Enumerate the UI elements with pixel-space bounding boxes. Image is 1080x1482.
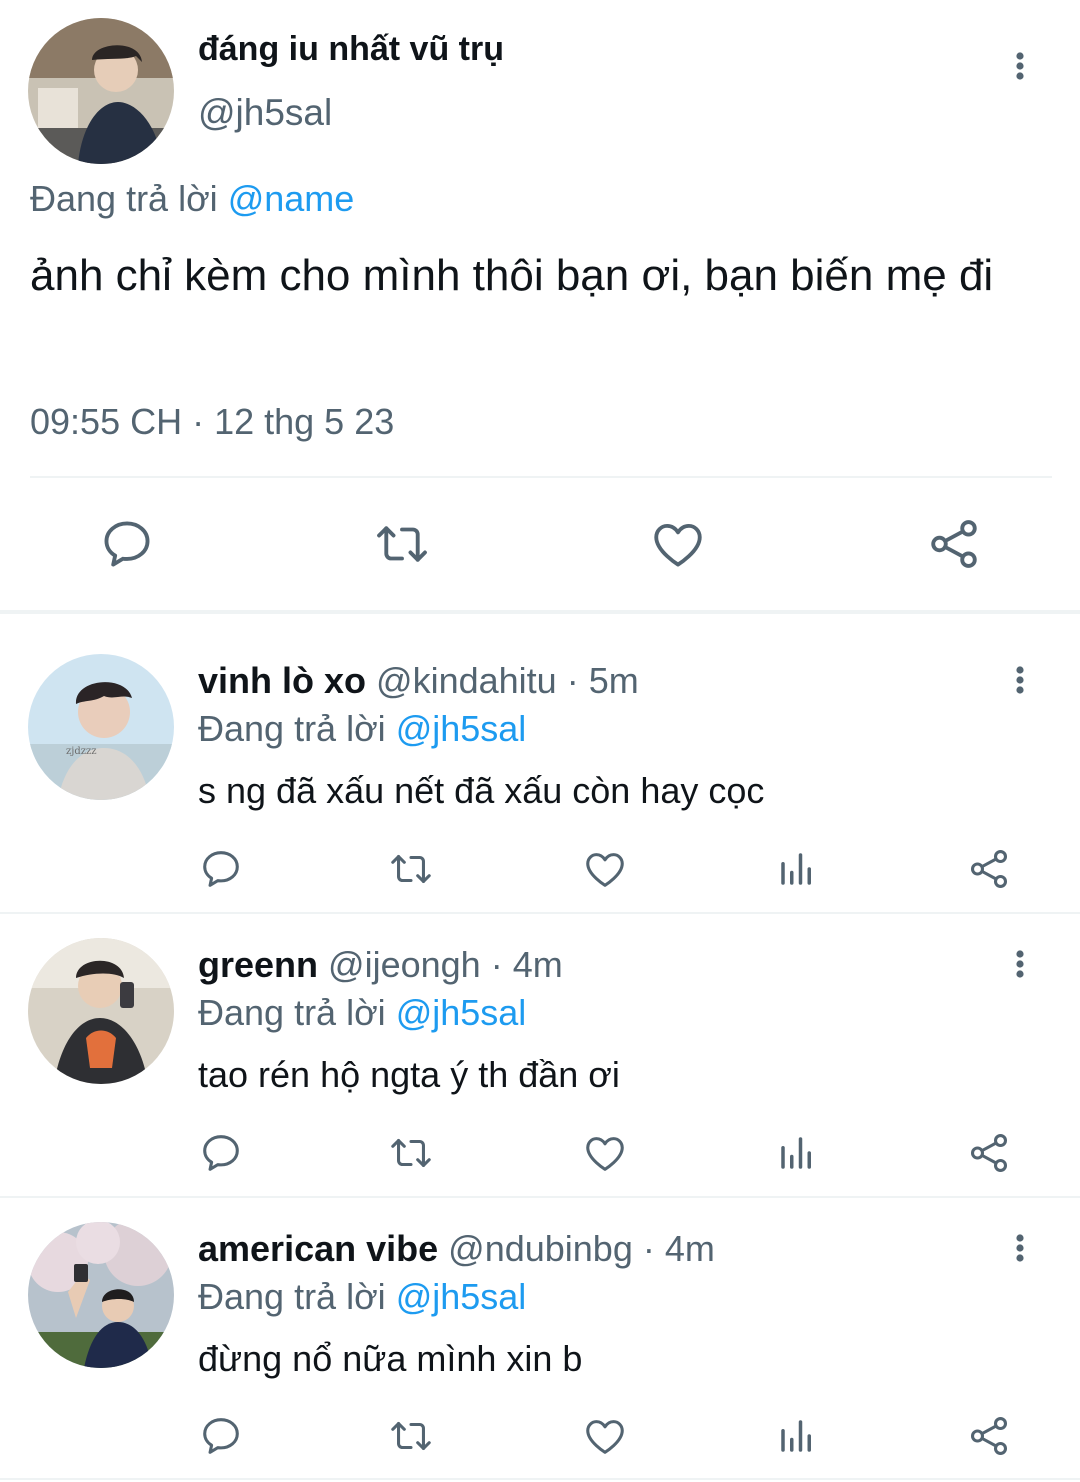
more-options-icon[interactable]: [1000, 650, 1040, 710]
replying-to-line: Đang trả lời @jh5sal: [198, 992, 526, 1034]
retweet-icon[interactable]: [386, 846, 436, 892]
section-divider: [0, 912, 1080, 914]
replying-to-line: Đang trả lời @jh5sal: [198, 708, 526, 750]
views-icon[interactable]: [776, 1132, 818, 1174]
meta-separator: ·: [556, 660, 589, 701]
more-options-icon[interactable]: [1000, 36, 1040, 96]
avatar-watermark: zjdzzz: [66, 746, 97, 757]
like-icon[interactable]: [581, 1130, 629, 1176]
views-icon[interactable]: [776, 848, 818, 890]
main-display-name[interactable]: đáng iu nhất vũ trụ: [198, 30, 504, 69]
views-icon[interactable]: [776, 1415, 818, 1457]
reply-text: đừng nổ nữa mình xin b: [198, 1338, 583, 1379]
retweet-icon[interactable]: [386, 1130, 436, 1176]
meta-separator: ·: [632, 1228, 665, 1269]
like-icon[interactable]: [581, 1413, 629, 1459]
reply-time[interactable]: 4m: [513, 944, 563, 985]
share-icon[interactable]: [966, 1130, 1012, 1176]
replying-to-line: Đang trả lời @name: [30, 178, 354, 220]
more-options-icon[interactable]: [1000, 934, 1040, 994]
reply-time[interactable]: 4m: [665, 1228, 715, 1269]
reply-display-name[interactable]: greenn: [198, 944, 318, 985]
reply-text: tao rén hộ ngta ý th đần ơi: [198, 1054, 620, 1095]
replying-to-line: Đang trả lời @jh5sal: [198, 1276, 526, 1318]
reply-time[interactable]: 5m: [589, 660, 639, 701]
share-icon[interactable]: [924, 515, 984, 573]
divider: [30, 476, 1052, 478]
replying-prefix: Đang trả lời: [30, 178, 218, 219]
reply-handle[interactable]: @ndubinbg: [448, 1228, 633, 1269]
reply-icon[interactable]: [198, 1413, 244, 1459]
replying-to-mention[interactable]: @jh5sal: [396, 708, 527, 749]
replying-prefix: Đang trả lời: [198, 708, 386, 749]
reply-icon[interactable]: [98, 515, 156, 573]
reply-text: s ng đã xấu nết đã xấu còn hay cọc: [198, 770, 765, 811]
like-icon[interactable]: [581, 846, 629, 892]
retweet-icon[interactable]: [386, 1413, 436, 1459]
reply-header: vinh lò xo @kindahitu · 5m: [198, 660, 639, 702]
reply-icon[interactable]: [198, 846, 244, 892]
reply-handle[interactable]: @ijeongh: [328, 944, 481, 985]
retweet-icon[interactable]: [370, 515, 434, 573]
reply-avatar[interactable]: zjdzzz: [28, 654, 174, 800]
meta-separator: ·: [480, 944, 513, 985]
replying-to-mention[interactable]: @name: [228, 178, 355, 219]
reply-avatar[interactable]: [28, 1222, 174, 1368]
replying-to-mention[interactable]: @jh5sal: [396, 992, 527, 1033]
share-icon[interactable]: [966, 846, 1012, 892]
like-icon[interactable]: [647, 515, 709, 573]
main-handle[interactable]: @jh5sal: [198, 92, 332, 134]
main-tweet-text: ảnh chỉ kèm cho mình thôi bạn ơi, bạn bi…: [30, 251, 994, 300]
main-avatar[interactable]: [28, 18, 174, 164]
reply-display-name[interactable]: american vibe: [198, 1228, 438, 1269]
replying-to-mention[interactable]: @jh5sal: [396, 1276, 527, 1317]
share-icon[interactable]: [966, 1413, 1012, 1459]
replying-prefix: Đang trả lời: [198, 1276, 386, 1317]
main-timestamp[interactable]: 09:55 CH · 12 thg 5 23: [30, 401, 394, 443]
reply-avatar[interactable]: [28, 938, 174, 1084]
section-divider: [0, 610, 1080, 614]
more-options-icon[interactable]: [1000, 1218, 1040, 1278]
reply-icon[interactable]: [198, 1130, 244, 1176]
replying-prefix: Đang trả lời: [198, 992, 386, 1033]
reply-display-name[interactable]: vinh lò xo: [198, 660, 366, 701]
reply-header: american vibe @ndubinbg · 4m: [198, 1228, 715, 1270]
section-divider: [0, 1196, 1080, 1198]
reply-header: greenn @ijeongh · 4m: [198, 944, 563, 986]
section-divider: [0, 1478, 1080, 1480]
reply-handle[interactable]: @kindahitu: [376, 660, 557, 701]
